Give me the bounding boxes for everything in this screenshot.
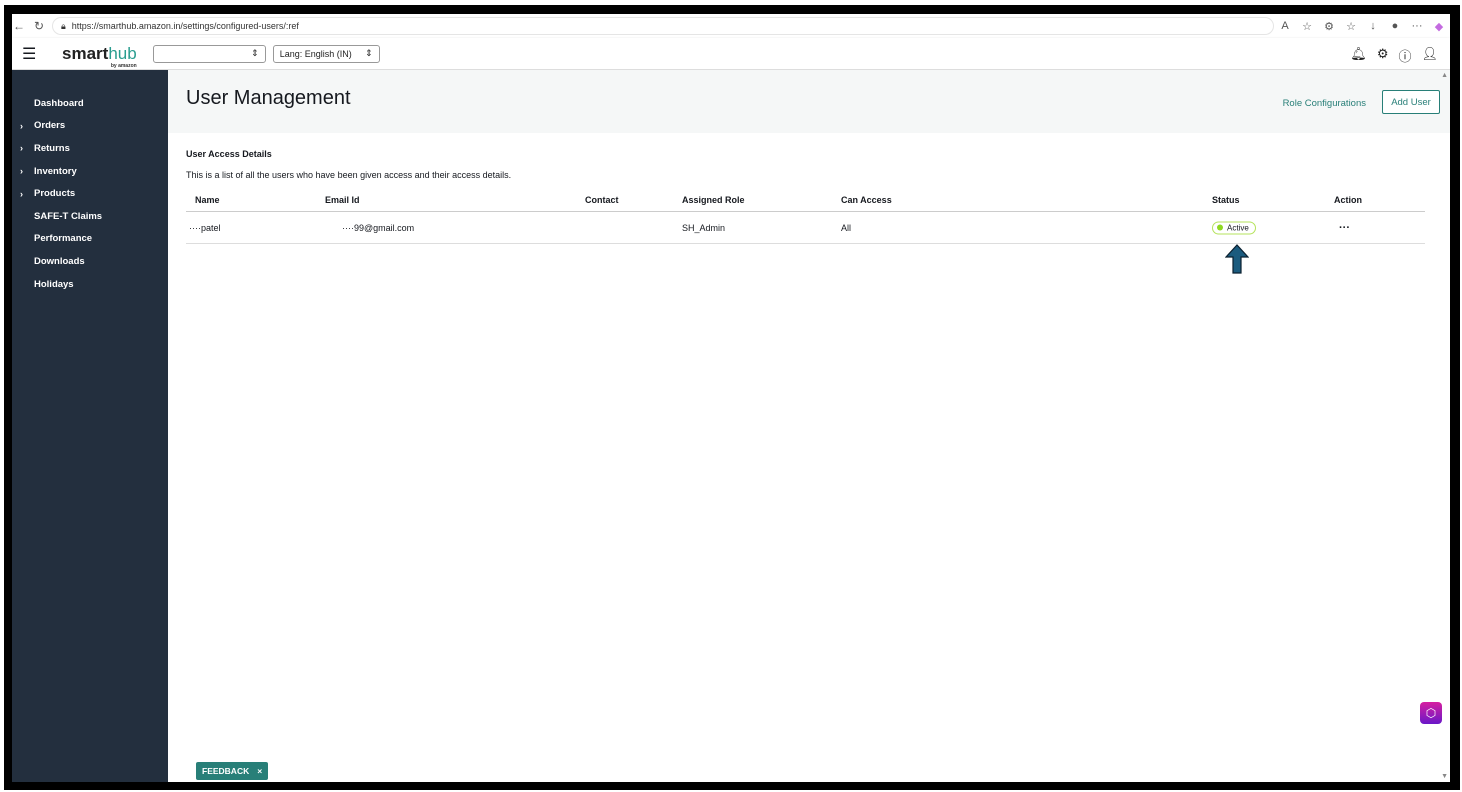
column-header: Can Access: [841, 195, 892, 205]
user-icon[interactable]: 👤︎: [1421, 46, 1438, 65]
feedback-button[interactable]: FEEDBACK ×: [196, 762, 269, 780]
language-select-value: Lang: English (IN): [279, 48, 352, 59]
status-badge: Active: [1212, 221, 1256, 234]
sidebar-item-label: Performance: [34, 233, 93, 245]
more-icon[interactable]: ···: [1406, 20, 1428, 32]
section-title: User Access Details: [186, 149, 272, 159]
menu-icon[interactable]: ☰: [22, 44, 42, 64]
column-header: Status: [1212, 195, 1240, 205]
scroll-up-arrow[interactable]: ▲: [1441, 72, 1448, 79]
smarthub-logo[interactable]: smarthub by amazon: [62, 45, 137, 69]
chevron-right-icon: ›: [20, 120, 23, 131]
gear-icon[interactable]: ⚙: [1377, 46, 1389, 65]
sidebar-item-performance[interactable]: Performance: [12, 228, 168, 251]
column-header: Email Id: [325, 195, 360, 205]
sidebar-item-inventory[interactable]: › Inventory: [12, 160, 168, 183]
back-icon[interactable]: ←: [12, 19, 26, 33]
sidebar-item-label: Inventory: [34, 165, 77, 177]
extensions-icon[interactable]: ⚙: [1318, 20, 1340, 33]
close-icon[interactable]: ×: [257, 766, 262, 776]
assistant-widget-icon[interactable]: ⬡: [1420, 702, 1442, 724]
url-text: https://smarthub.amazon.in/settings/conf…: [71, 21, 299, 31]
sidebar-item-label: SAFE-T Claims: [34, 210, 103, 222]
favorite-star-icon[interactable]: ☆: [1296, 20, 1318, 33]
sidebar-item-returns[interactable]: › Returns: [12, 137, 168, 160]
sidebar: Dashboard › Orders › Returns › Inventory › Produ…: [12, 70, 168, 782]
user-access: All: [841, 222, 852, 233]
status-text: Active: [1227, 223, 1249, 232]
add-user-button[interactable]: Add User: [1382, 90, 1440, 114]
sidebar-item-holidays[interactable]: Holidays: [12, 273, 168, 296]
users-table: Name Email Id Contact Assigned Role Can …: [186, 189, 1425, 244]
sidebar-item-dashboard[interactable]: Dashboard: [12, 92, 168, 115]
browser-toolbar: ← ↻ 🔒︎ https://smarthub.amazon.in/settin…: [12, 14, 1450, 38]
downloads-icon[interactable]: ↓: [1362, 20, 1384, 32]
page-title: User Management: [186, 87, 351, 109]
read-aloud-icon[interactable]: A: [1274, 20, 1296, 32]
user-role: SH_Admin: [682, 222, 726, 233]
sidebar-item-label: Products: [34, 188, 76, 200]
arrow-up-annotation: [1225, 244, 1249, 274]
reload-icon[interactable]: ↻: [32, 19, 46, 33]
table-header: Name Email Id Contact Assigned Role Can …: [186, 189, 1425, 212]
browser-window: ← ↻ 🔒︎ https://smarthub.amazon.in/settin…: [12, 14, 1450, 782]
favorites-icon[interactable]: ☆: [1340, 20, 1362, 33]
sidebar-item-label: Holidays: [34, 278, 74, 290]
main-content: User Management Role Configurations Add …: [168, 70, 1450, 782]
feedback-label: FEEDBACK: [202, 766, 250, 776]
language-select[interactable]: Lang: English (IN) ⇕: [272, 44, 380, 63]
updown-icon: ⇕: [365, 48, 373, 58]
table-row: ····patel ····99@gmail.com SH_Admin All …: [186, 212, 1425, 244]
sidebar-item-orders[interactable]: › Orders: [12, 115, 168, 138]
page-header: User Management Role Configurations Add …: [168, 70, 1450, 133]
role-configurations-link[interactable]: Role Configurations: [1283, 98, 1366, 109]
copilot-icon[interactable]: ◆: [1428, 20, 1450, 33]
sidebar-item-products[interactable]: › Products: [12, 182, 168, 205]
status-dot: [1217, 224, 1223, 231]
profile-avatar[interactable]: ●: [1384, 20, 1406, 32]
address-bar[interactable]: 🔒︎ https://smarthub.amazon.in/settings/c…: [52, 17, 1274, 35]
column-header: Action: [1334, 195, 1362, 205]
sidebar-item-label: Dashboard: [34, 97, 84, 109]
user-email: ····99@gmail.com: [342, 222, 415, 233]
app-header: ☰ smarthub by amazon ⇕ Lang: English (IN)…: [12, 38, 1450, 70]
sidebar-item-safe-t-claims[interactable]: SAFE-T Claims: [12, 205, 168, 228]
sidebar-item-label: Returns: [34, 142, 70, 154]
lock-icon: 🔒︎: [61, 20, 66, 31]
section-description: This is a list of all the users who have…: [186, 170, 512, 180]
sidebar-item-label: Downloads: [34, 255, 85, 267]
logo-sub: by amazon: [110, 63, 137, 69]
store-select[interactable]: ⇕: [152, 44, 266, 63]
updown-icon: ⇕: [251, 48, 259, 58]
bell-icon[interactable]: 🔔︎: [1350, 46, 1367, 65]
sidebar-item-downloads[interactable]: Downloads: [12, 250, 168, 273]
chevron-right-icon: ›: [20, 188, 23, 199]
sidebar-item-label: Orders: [34, 120, 66, 132]
chevron-right-icon: ›: [20, 166, 23, 177]
chevron-right-icon: ›: [20, 143, 23, 154]
row-actions-button[interactable]: ···: [1339, 222, 1350, 234]
column-header: Assigned Role: [682, 195, 745, 205]
help-icon[interactable]: ⓘ: [1398, 46, 1411, 65]
scroll-down-arrow[interactable]: ▼: [1441, 773, 1448, 780]
user-name: ····patel: [189, 222, 221, 233]
column-header: Contact: [585, 195, 619, 205]
column-header: Name: [195, 195, 220, 205]
